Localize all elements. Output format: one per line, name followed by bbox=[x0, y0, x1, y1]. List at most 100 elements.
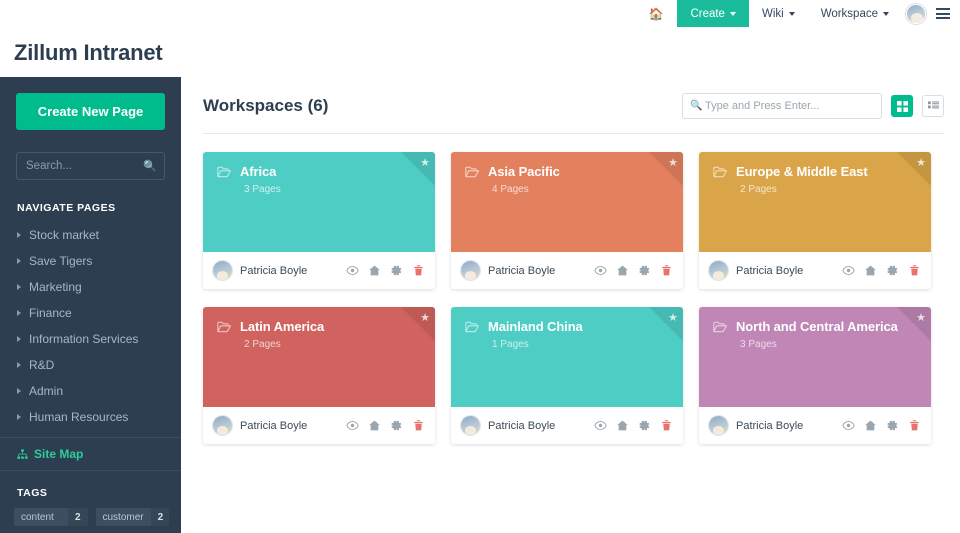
card-actions bbox=[594, 419, 673, 432]
page-title-bar: Zillum Intranet bbox=[0, 28, 960, 77]
folder-icon bbox=[713, 321, 728, 333]
workspace-card-asia-pacific[interactable]: ★ Asia Pacific 4 Pages Patricia Boyle bbox=[451, 152, 683, 289]
favorite-star-icon[interactable]: ★ bbox=[916, 156, 926, 169]
card-actions bbox=[346, 419, 425, 432]
settings-action[interactable] bbox=[390, 419, 403, 432]
content-header: Workspaces (6) 🔍 bbox=[203, 93, 944, 134]
card-footer: Patricia Boyle bbox=[203, 407, 435, 444]
card-header[interactable]: ★ Africa 3 Pages bbox=[203, 152, 435, 252]
workspace-card-europe-middle-east[interactable]: ★ Europe & Middle East 2 Pages Patricia … bbox=[699, 152, 931, 289]
card-title: Mainland China bbox=[488, 319, 583, 334]
nav-item-label: Wiki bbox=[762, 8, 784, 20]
card-owner-name: Patricia Boyle bbox=[240, 420, 346, 432]
card-header[interactable]: ★ Latin America 2 Pages bbox=[203, 307, 435, 407]
card-owner-name: Patricia Boyle bbox=[488, 420, 594, 432]
card-header[interactable]: ★ North and Central America 3 Pages bbox=[699, 307, 931, 407]
nav-item-workspace[interactable]: Workspace bbox=[808, 0, 902, 27]
settings-action[interactable] bbox=[886, 419, 899, 432]
view-action[interactable] bbox=[594, 419, 607, 432]
card-header[interactable]: ★ Asia Pacific 4 Pages bbox=[451, 152, 683, 252]
card-header[interactable]: ★ Mainland China 1 Pages bbox=[451, 307, 683, 407]
grid-view-button[interactable] bbox=[891, 95, 913, 117]
favorite-star-icon[interactable]: ★ bbox=[420, 311, 430, 324]
home-icon: 🏠 bbox=[648, 8, 663, 20]
favorite-star-icon[interactable]: ★ bbox=[420, 156, 430, 169]
hamburger-menu-icon[interactable] bbox=[932, 8, 960, 19]
chevron-down-icon bbox=[730, 12, 736, 16]
sidebar-item-finance[interactable]: Finance bbox=[0, 300, 181, 326]
sidebar-item-marketing[interactable]: Marketing bbox=[0, 274, 181, 300]
delete-action[interactable] bbox=[908, 419, 921, 432]
avatar bbox=[709, 261, 728, 280]
avatar bbox=[213, 261, 232, 280]
search-icon[interactable]: 🔍 bbox=[143, 160, 157, 173]
tag-list: content 2 customer 2 employees 1 account… bbox=[0, 508, 181, 533]
tag-content[interactable]: content 2 bbox=[14, 508, 88, 526]
sidebar-item-stock-market[interactable]: Stock market bbox=[0, 222, 181, 248]
folder-icon bbox=[217, 321, 232, 333]
settings-action[interactable] bbox=[638, 264, 651, 277]
nav-home-button[interactable]: 🏠 bbox=[634, 0, 677, 27]
settings-action[interactable] bbox=[886, 264, 899, 277]
workspace-card-grid: ★ Africa 3 Pages Patricia Boyle bbox=[203, 134, 944, 444]
card-footer: Patricia Boyle bbox=[203, 252, 435, 289]
view-action[interactable] bbox=[346, 419, 359, 432]
card-header[interactable]: ★ Europe & Middle East 2 Pages bbox=[699, 152, 931, 252]
delete-action[interactable] bbox=[908, 264, 921, 277]
sidebar-item-information-services[interactable]: Information Services bbox=[0, 326, 181, 352]
main-content: Workspaces (6) 🔍 bbox=[181, 77, 960, 533]
set-home-action[interactable] bbox=[864, 264, 877, 277]
nav-item-wiki[interactable]: Wiki bbox=[749, 0, 808, 27]
delete-action[interactable] bbox=[412, 264, 425, 277]
sidebar-item-label: Human Resources bbox=[29, 410, 128, 424]
workspace-card-latin-america[interactable]: ★ Latin America 2 Pages Patricia Boyle bbox=[203, 307, 435, 444]
list-view-button[interactable] bbox=[922, 95, 944, 117]
card-actions bbox=[346, 264, 425, 277]
sidebar-item-save-tigers[interactable]: Save Tigers bbox=[0, 248, 181, 274]
avatar[interactable] bbox=[906, 4, 926, 24]
workspace-card-north-central-america[interactable]: ★ North and Central America 3 Pages Patr… bbox=[699, 307, 931, 444]
workspace-card-africa[interactable]: ★ Africa 3 Pages Patricia Boyle bbox=[203, 152, 435, 289]
card-actions bbox=[842, 264, 921, 277]
favorite-star-icon[interactable]: ★ bbox=[916, 311, 926, 324]
sidebar-item-rnd[interactable]: R&D bbox=[0, 352, 181, 378]
chevron-right-icon bbox=[17, 310, 21, 316]
card-footer: Patricia Boyle bbox=[699, 407, 931, 444]
sidebar-item-label: Marketing bbox=[29, 280, 82, 294]
create-new-page-button[interactable]: Create New Page bbox=[16, 93, 165, 130]
sidebar-item-human-resources[interactable]: Human Resources bbox=[0, 404, 181, 430]
tag-customer[interactable]: customer 2 bbox=[96, 508, 170, 526]
sidebar-item-admin[interactable]: Admin bbox=[0, 378, 181, 404]
workspace-card-mainland-china[interactable]: ★ Mainland China 1 Pages Patricia Boyle bbox=[451, 307, 683, 444]
set-home-action[interactable] bbox=[616, 264, 629, 277]
tags-heading: TAGS bbox=[0, 471, 181, 508]
sidebar-item-label: Finance bbox=[29, 306, 72, 320]
set-home-action[interactable] bbox=[864, 419, 877, 432]
favorite-star-icon[interactable]: ★ bbox=[668, 311, 678, 324]
card-footer: Patricia Boyle bbox=[451, 252, 683, 289]
settings-action[interactable] bbox=[638, 419, 651, 432]
favorite-star-icon[interactable]: ★ bbox=[668, 156, 678, 169]
delete-action[interactable] bbox=[660, 419, 673, 432]
sitemap-icon bbox=[17, 449, 28, 460]
delete-action[interactable] bbox=[412, 419, 425, 432]
nav-item-label: Workspace bbox=[821, 8, 878, 20]
sidebar-item-site-map[interactable]: Site Map bbox=[0, 438, 181, 470]
set-home-action[interactable] bbox=[616, 419, 629, 432]
delete-action[interactable] bbox=[660, 264, 673, 277]
sidebar-item-label: Save Tigers bbox=[29, 254, 92, 268]
chevron-down-icon bbox=[883, 12, 889, 16]
view-action[interactable] bbox=[842, 419, 855, 432]
view-action[interactable] bbox=[346, 264, 359, 277]
avatar bbox=[461, 416, 480, 435]
view-action[interactable] bbox=[594, 264, 607, 277]
set-home-action[interactable] bbox=[368, 419, 381, 432]
tag-label: customer bbox=[96, 508, 151, 526]
folder-icon bbox=[465, 166, 480, 178]
set-home-action[interactable] bbox=[368, 264, 381, 277]
nav-item-create[interactable]: Create bbox=[677, 0, 749, 27]
workspace-search-input[interactable] bbox=[682, 93, 882, 119]
settings-action[interactable] bbox=[390, 264, 403, 277]
sidebar-item-label: Information Services bbox=[29, 332, 138, 346]
view-action[interactable] bbox=[842, 264, 855, 277]
